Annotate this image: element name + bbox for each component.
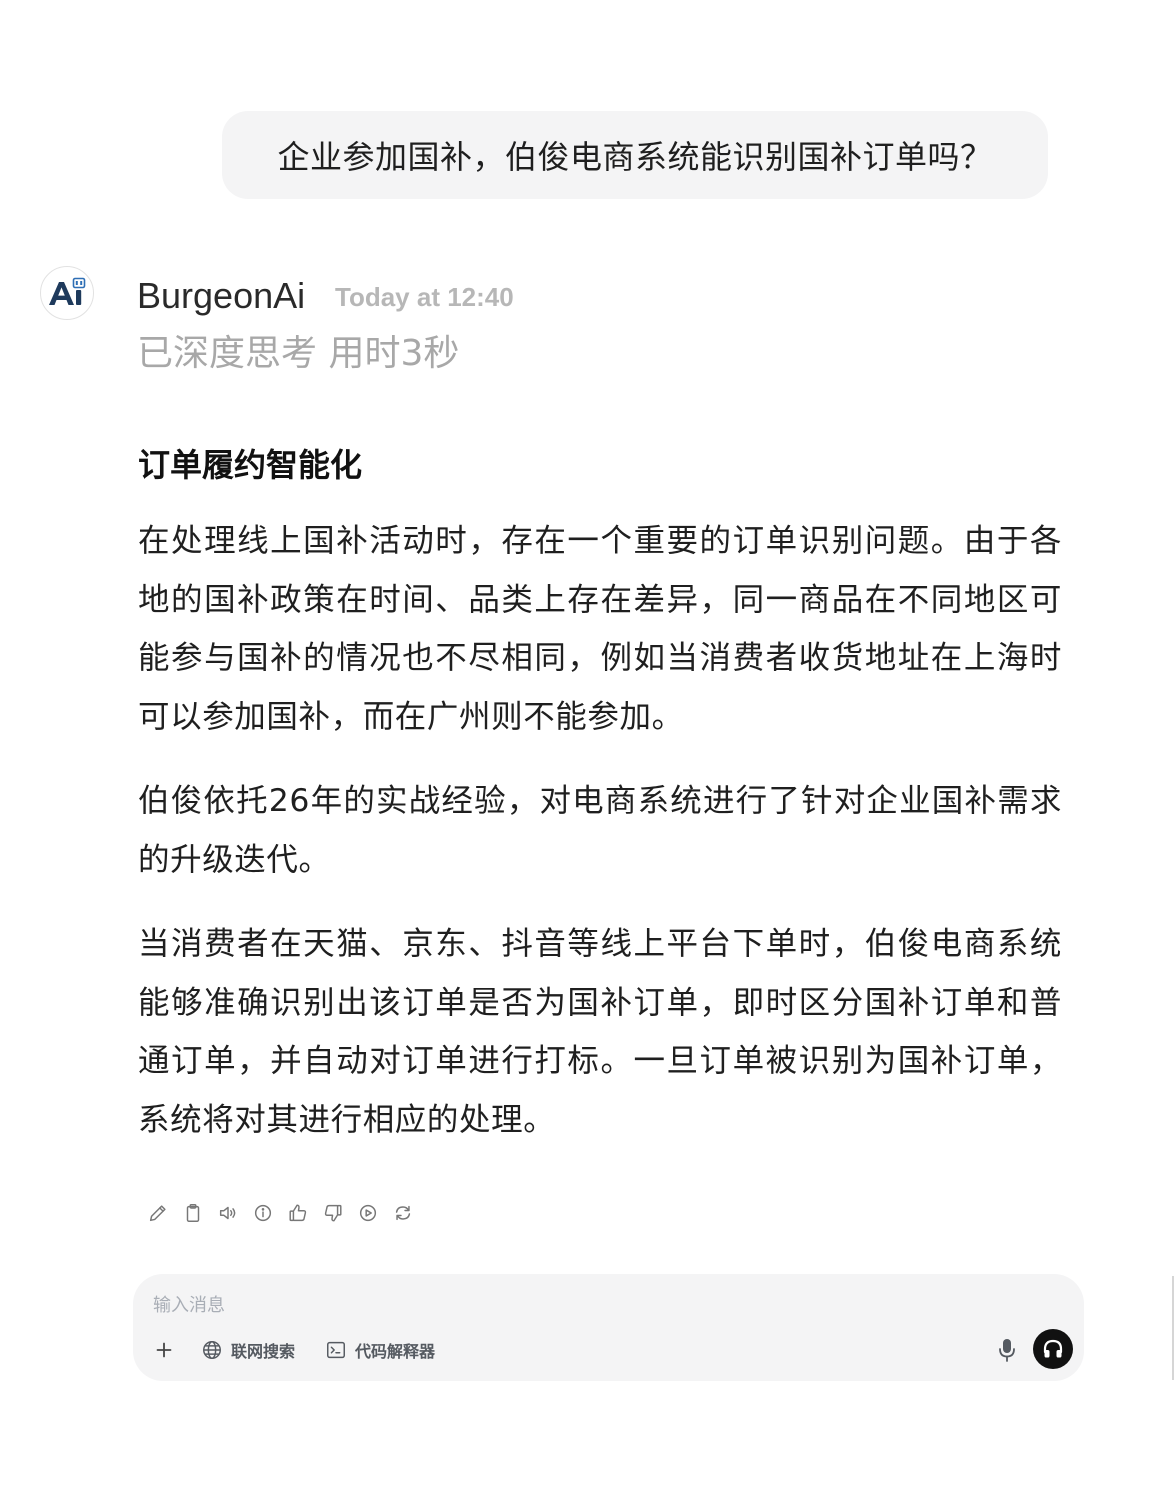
thinking-status[interactable]: 已深度思考 用时3秒 [137,330,459,378]
user-message-text: 企业参加国补，伯俊电商系统能识别国补订单吗？ [277,138,993,176]
thumbs-down-icon [324,1204,342,1222]
plus-icon [156,1342,172,1358]
answer-heading: 订单履约智能化 [138,446,363,484]
pencil-icon [149,1205,166,1222]
message-action-bar [146,1196,415,1230]
clipboard-icon [186,1204,200,1222]
web-search-label: 联网搜索 [231,1342,296,1361]
globe-icon [203,1341,221,1359]
message-input[interactable] [153,1290,973,1320]
microphone-button[interactable] [995,1336,1019,1364]
assistant-answer: 订单履约智能化 在处理线上国补活动时，存在一个重要的订单识别问题。由于各地的国补… [138,440,1062,1175]
answer-paragraph: 当消费者在天猫、京东、抖音等线上平台下单时，伯俊电商系统能够准确识别出该订单是否… [138,926,1062,1138]
message-composer: 联网搜索 代码解释器 [133,1274,1084,1381]
refresh-icon [395,1205,411,1221]
message-timestamp: Today at 12:40 [335,282,514,312]
play-circle-icon [359,1204,377,1222]
assistant-avatar [40,266,94,320]
assistant-name: BurgeonAi [137,275,306,316]
microphone-icon [999,1339,1015,1362]
user-message-bubble: 企业参加国补，伯俊电商系统能识别国补订单吗？ [222,111,1048,199]
edit-button[interactable] [146,1196,170,1230]
burgeon-ai-logo-icon [49,277,86,305]
voice-mode-button[interactable] [1033,1329,1073,1369]
thumbs-up-button[interactable] [286,1196,310,1230]
info-icon [254,1204,272,1222]
answer-paragraph: 伯俊依托26年的实战经验，对电商系统进行了针对企业国补需求的升级迭代。 [138,783,1062,878]
info-button[interactable] [251,1196,275,1230]
add-attachment-button[interactable] [153,1336,175,1364]
web-search-button[interactable]: 联网搜索 [201,1338,295,1362]
answer-paragraph: 在处理线上国补活动时，存在一个重要的订单识别问题。由于各地的国补政策在时间、品类… [138,523,1062,735]
window-edge-divider [1172,1276,1174,1380]
speaker-icon [219,1206,236,1220]
headphones-icon [1043,1339,1063,1358]
composer-toolbar: 联网搜索 代码解释器 [153,1336,465,1364]
copy-button[interactable] [181,1196,205,1230]
code-interpreter-label: 代码解释器 [355,1342,436,1361]
regenerate-button[interactable] [391,1196,415,1230]
read-aloud-button[interactable] [216,1196,240,1230]
thumbs-up-icon [289,1204,307,1222]
continue-button[interactable] [356,1196,380,1230]
thumbs-down-button[interactable] [321,1196,345,1230]
code-interpreter-button[interactable]: 代码解释器 [325,1338,435,1362]
terminal-icon [327,1341,345,1359]
